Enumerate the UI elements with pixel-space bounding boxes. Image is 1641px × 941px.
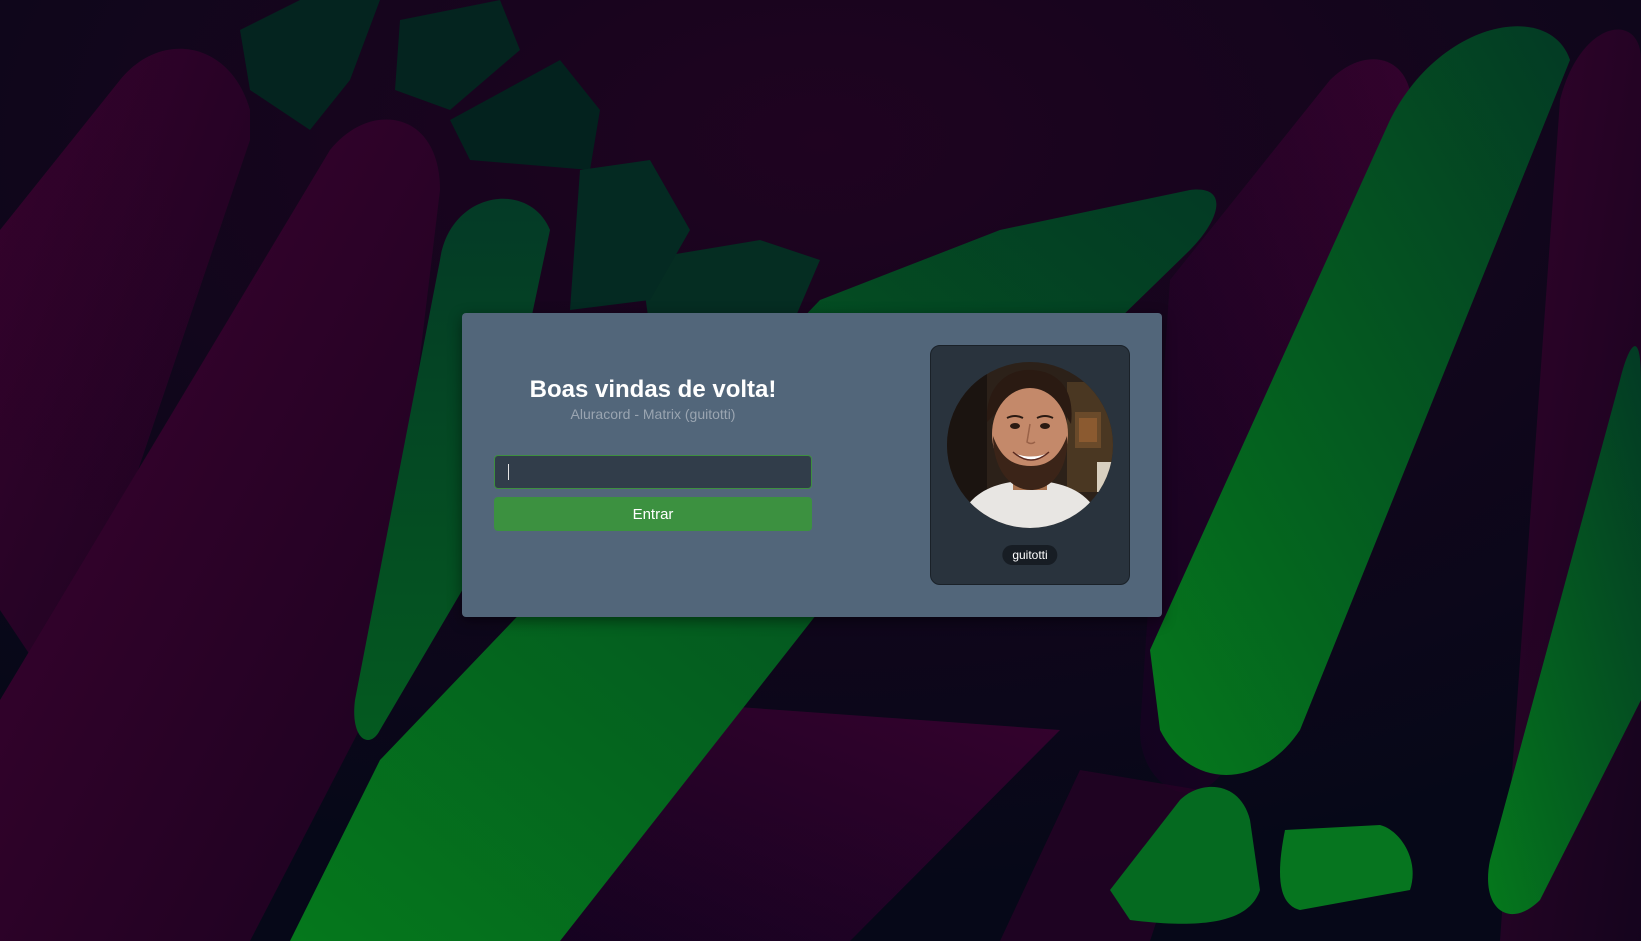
username-field-wrapper — [494, 455, 812, 489]
user-photo-icon — [947, 362, 1113, 528]
app-subtitle: Aluracord - Matrix (guitotti) — [570, 406, 736, 422]
welcome-title: Boas vindas de volta! — [529, 376, 777, 403]
profile-username: guitotti — [1002, 545, 1058, 565]
profile-preview: guitotti — [930, 345, 1130, 585]
text-caret — [508, 464, 509, 480]
login-form: Boas vindas de volta! Aluracord - Matrix… — [494, 375, 812, 531]
enter-button[interactable]: Entrar — [494, 497, 812, 531]
login-card: Boas vindas de volta! Aluracord - Matrix… — [462, 313, 1162, 617]
avatar — [947, 362, 1113, 528]
username-input[interactable] — [494, 455, 812, 489]
